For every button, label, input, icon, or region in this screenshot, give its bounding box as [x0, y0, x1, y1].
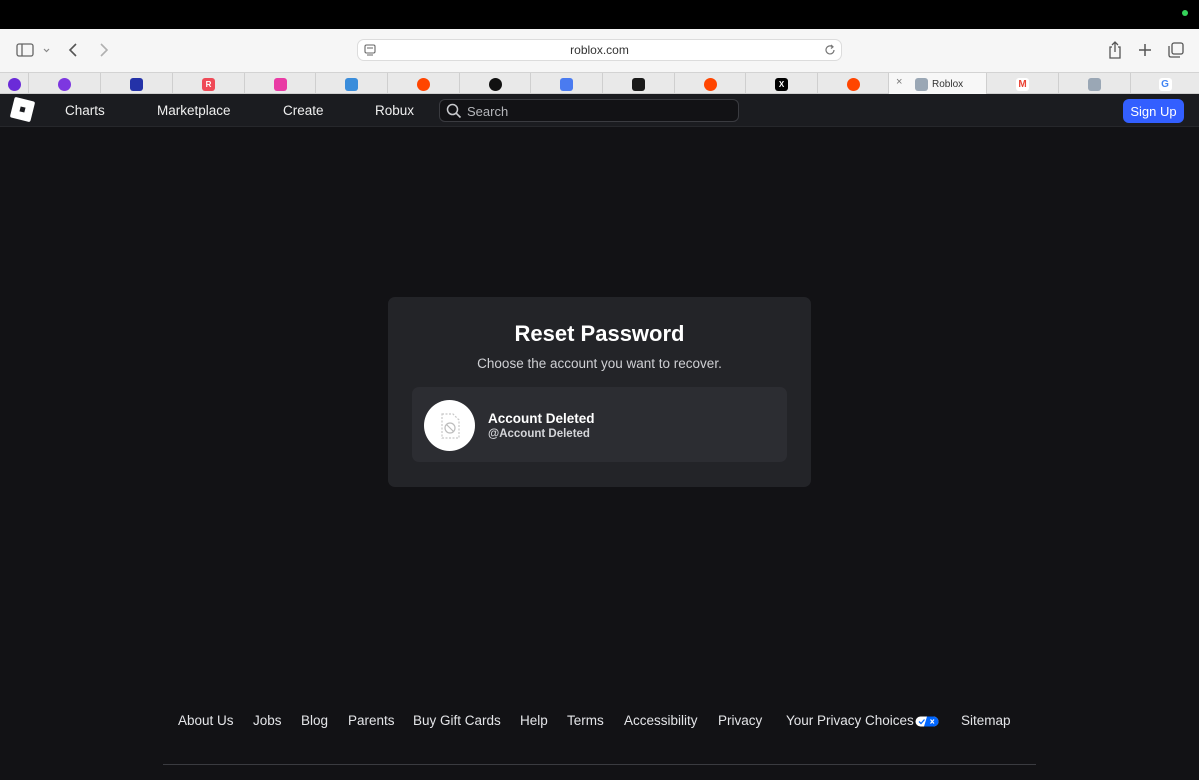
browser-tab-bar: R X × Roblox M G — [0, 72, 1199, 95]
tab-overview-button[interactable] — [1167, 40, 1185, 60]
purple-circle-favicon — [58, 77, 71, 91]
reload-icon[interactable] — [823, 43, 837, 57]
account-option[interactable]: Account Deleted @Account Deleted — [412, 387, 787, 462]
footer-link-accessibility[interactable]: Accessibility — [624, 713, 698, 728]
blue-square-favicon — [130, 77, 143, 91]
url-text: roblox.com — [570, 43, 629, 57]
sidebar-toggle-button[interactable] — [16, 40, 50, 60]
browser-tab[interactable] — [0, 73, 29, 95]
footer-link-privacy-choices[interactable]: Your Privacy Choices — [786, 713, 914, 728]
roblox-favicon — [1088, 77, 1101, 91]
purple-circle-favicon — [7, 77, 21, 91]
footer-link-buy-gift-cards[interactable]: Buy Gift Cards — [413, 713, 501, 728]
reddit-favicon — [846, 77, 860, 91]
back-button[interactable] — [66, 40, 82, 60]
browser-tab[interactable] — [316, 73, 388, 95]
footer-link-about-us[interactable]: About Us — [178, 713, 234, 728]
footer-links: About Us Jobs Blog Parents Buy Gift Card… — [168, 713, 1033, 731]
browser-tab[interactable] — [388, 73, 460, 95]
footer-link-terms[interactable]: Terms — [567, 713, 604, 728]
footer-link-privacy-choices-wrap[interactable]: Your Privacy Choices — [786, 713, 939, 728]
account-name: Account Deleted — [488, 411, 595, 426]
reset-password-card: Reset Password Choose the account you wa… — [388, 297, 811, 487]
device-status-bar — [0, 0, 1199, 29]
footer-divider — [163, 764, 1036, 765]
browser-tab[interactable] — [818, 73, 889, 95]
x-favicon: X — [775, 77, 788, 91]
footer-link-privacy[interactable]: Privacy — [718, 713, 762, 728]
camera-indicator-dot — [1182, 10, 1188, 16]
roblox-favicon — [915, 77, 928, 91]
unavailable-avatar-icon — [440, 412, 460, 439]
google-favicon: G — [1158, 77, 1172, 91]
tabs-overview-icon — [1168, 42, 1184, 58]
browser-tab-active[interactable]: × Roblox — [889, 73, 987, 95]
browser-tab[interactable]: M — [987, 73, 1059, 95]
browser-tab[interactable] — [675, 73, 746, 95]
tab-title: Roblox — [932, 78, 964, 90]
browser-tab[interactable] — [101, 73, 173, 95]
new-tab-button[interactable] — [1137, 40, 1153, 60]
footer-link-jobs[interactable]: Jobs — [253, 713, 282, 728]
search-icon — [446, 103, 462, 119]
blue-app-favicon — [560, 77, 573, 91]
nav-link-create[interactable]: Create — [283, 103, 324, 118]
search-placeholder: Search — [467, 104, 509, 119]
browser-tab[interactable] — [29, 73, 101, 95]
share-icon — [1109, 41, 1121, 59]
footer-link-blog[interactable]: Blog — [301, 713, 328, 728]
browser-tab[interactable]: R — [173, 73, 245, 95]
sidebar-icon — [16, 43, 50, 57]
browser-tab[interactable]: G — [1131, 73, 1199, 95]
site-header: Charts Marketplace Create Robux Search S… — [0, 94, 1199, 127]
share-button[interactable] — [1107, 40, 1123, 60]
footer-link-help[interactable]: Help — [520, 713, 548, 728]
privacy-choices-icon — [915, 716, 939, 727]
black-circle-favicon — [488, 77, 502, 91]
pink-triangle-favicon — [273, 77, 287, 91]
sign-up-button[interactable]: Sign Up — [1123, 99, 1184, 123]
reddit-favicon — [703, 77, 717, 91]
chevron-right-icon — [100, 43, 109, 57]
forward-button[interactable] — [96, 40, 112, 60]
browser-tab[interactable] — [1059, 73, 1131, 95]
page-title: Reset Password — [514, 321, 685, 346]
close-tab-icon[interactable]: × — [896, 76, 902, 88]
browser-toolbar: roblox.com — [0, 29, 1199, 72]
avatar — [424, 400, 475, 451]
page-menu-icon — [364, 44, 376, 56]
account-handle: @Account Deleted — [488, 428, 590, 440]
browser-tab[interactable] — [460, 73, 531, 95]
nav-link-robux[interactable]: Robux — [375, 103, 414, 118]
reddit-favicon — [417, 77, 430, 91]
blue-e-favicon — [345, 77, 358, 91]
search-input[interactable]: Search — [439, 99, 739, 122]
address-bar[interactable]: roblox.com — [357, 39, 842, 61]
black-purple-favicon — [632, 77, 645, 91]
footer-link-sitemap[interactable]: Sitemap — [961, 713, 1011, 728]
page-subtitle: Choose the account you want to recover. — [477, 356, 722, 371]
nav-link-marketplace[interactable]: Marketplace — [157, 103, 231, 118]
plus-icon — [1139, 44, 1151, 56]
roblox-logo-icon[interactable] — [9, 96, 36, 123]
footer-link-parents[interactable]: Parents — [348, 713, 395, 728]
browser-tab[interactable] — [603, 73, 675, 95]
browser-tab[interactable]: X — [746, 73, 818, 95]
red-r-favicon: R — [202, 77, 215, 91]
nav-link-charts[interactable]: Charts — [65, 103, 105, 118]
browser-tab[interactable] — [531, 73, 603, 95]
chevron-left-icon — [68, 43, 77, 57]
gmail-favicon: M — [1016, 77, 1029, 91]
browser-tab[interactable] — [245, 73, 316, 95]
